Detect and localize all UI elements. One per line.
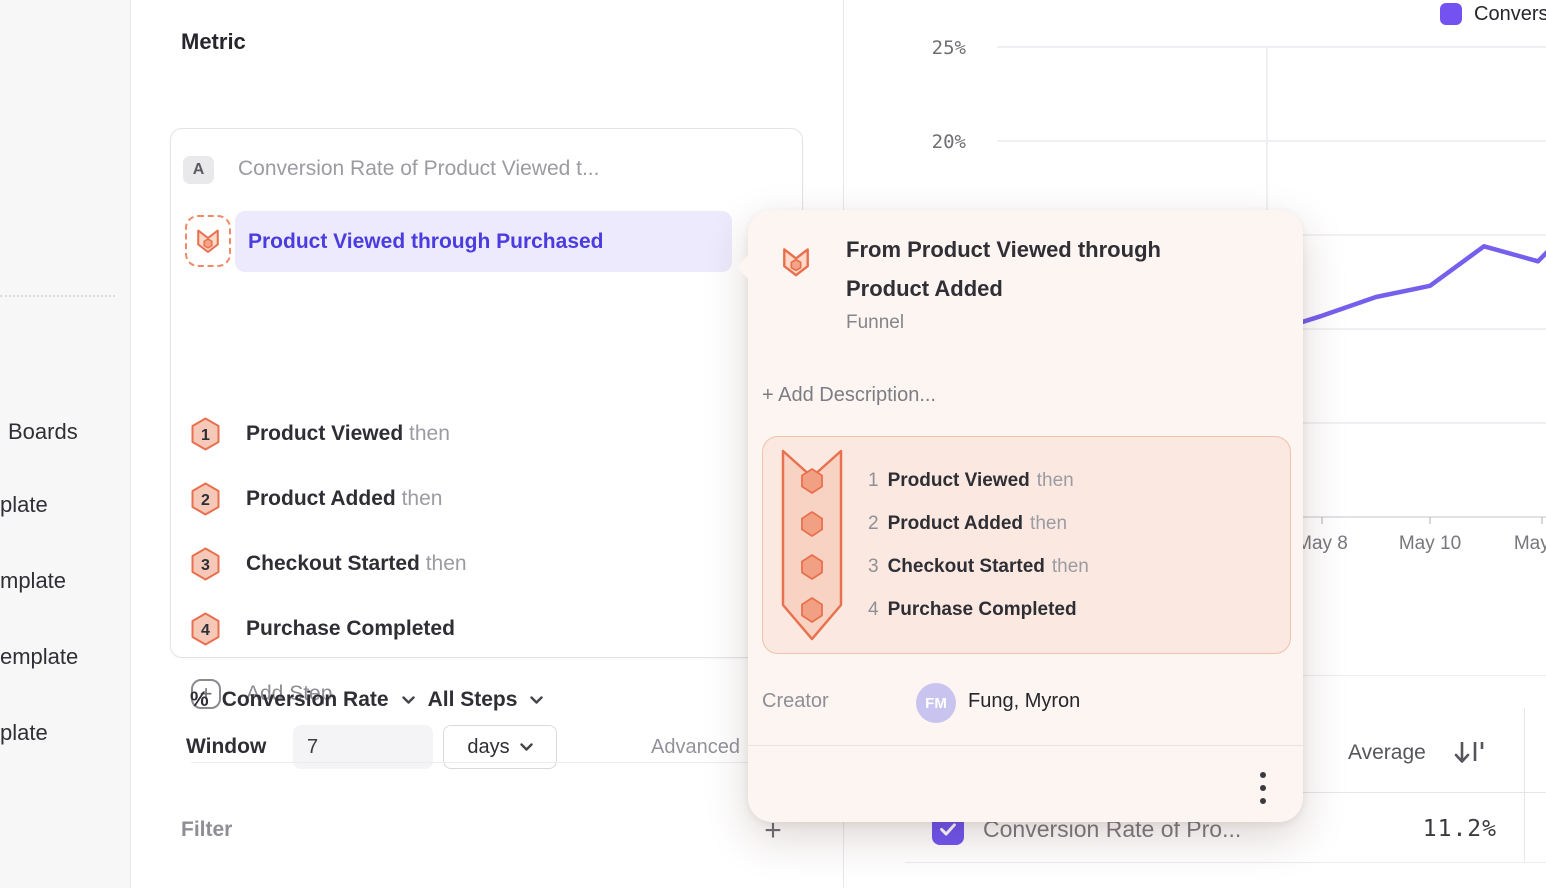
x-tick-label-may10: May 10 (1399, 533, 1461, 554)
popover-step-4: 4Purchase Completed (868, 597, 1077, 623)
popover-footer-divider (748, 745, 1303, 746)
step-2-hexagon-icon: 2 (191, 482, 220, 516)
svg-text:2: 2 (201, 492, 210, 509)
kebab-dot (1260, 798, 1266, 804)
funnel-step-row-3[interactable]: 3 Checkout Started then (171, 547, 802, 581)
chevron-down-icon[interactable] (402, 696, 415, 704)
funnel-step-row-2[interactable]: 2 Product Added then (171, 482, 802, 516)
chevron-down-icon (520, 743, 533, 751)
svg-text:3: 3 (201, 557, 210, 574)
metric-definition-card: A Conversion Rate of Product Viewed t...… (170, 128, 803, 658)
legend-label: Conversion Rate of Pro... (1474, 3, 1546, 26)
chart-legend[interactable]: Conversion Rate of Pro... (1440, 2, 1546, 26)
step-3-hexagon-icon: 3 (191, 547, 220, 581)
selected-funnel-event[interactable]: Product Viewed through Purchased (235, 211, 732, 272)
step-2-label: Product Added then (246, 482, 442, 516)
funnel-detail-popover: From Product Viewed through Product Adde… (748, 210, 1303, 822)
sidebar-item-boards[interactable]: Boards (8, 417, 78, 447)
sort-descending-icon[interactable] (1452, 739, 1490, 766)
funnel-step-row-1[interactable]: 1 Product Viewed then (171, 417, 802, 451)
step-3-label: Checkout Started then (246, 547, 467, 581)
step-4-hexagon-icon: 4 (191, 612, 220, 646)
creator-label: Creator (762, 690, 829, 713)
popover-step-1: 1Product Viewedthen (868, 468, 1074, 494)
app-screen: Boards plate mplate emplate plate Metric… (0, 0, 1546, 888)
popover-type-label: Funnel (846, 312, 904, 334)
more-options-button[interactable] (1253, 768, 1273, 808)
creator-avatar: FM (916, 683, 956, 723)
steps-scope-dropdown[interactable]: All Steps (428, 688, 518, 712)
kebab-dot (1260, 785, 1266, 791)
popover-step-3: 3Checkout Startedthen (868, 554, 1089, 580)
table-column-separator (1524, 708, 1525, 862)
funnel-steps-summary-card: 1Product Viewedthen 2Product Addedthen 3… (762, 436, 1291, 654)
y-tick-label-25: 25% (932, 37, 967, 59)
series-title[interactable]: Conversion Rate of Product Viewed t... (238, 157, 599, 181)
x-tick-label-may8: May 8 (1296, 533, 1348, 554)
selected-funnel-event-label: Product Viewed through Purchased (248, 211, 604, 272)
funnel-banner-icon (779, 447, 845, 645)
metric-section-heading: Metric (181, 29, 246, 55)
sidebar-item-template-1[interactable]: plate (0, 490, 48, 520)
y-tick-label-20: 20% (932, 131, 967, 153)
table-row-divider (905, 862, 1546, 863)
percent-sign: % (190, 688, 209, 712)
sidebar-item-template-2[interactable]: mplate (0, 566, 66, 596)
step-1-label: Product Viewed then (246, 417, 450, 451)
left-sidebar: Boards plate mplate emplate plate (0, 0, 131, 888)
legend-swatch-icon (1440, 3, 1462, 25)
section-divider (191, 762, 811, 763)
funnel-icon (778, 244, 814, 280)
funnel-step-row-4[interactable]: 4 Purchase Completed (171, 612, 802, 646)
chevron-down-icon[interactable] (530, 696, 543, 704)
series-a-badge: A (183, 156, 214, 184)
creator-name: Fung, Myron (968, 690, 1080, 713)
svg-text:4: 4 (201, 622, 210, 639)
measure-dropdown[interactable]: Conversion Rate (222, 688, 389, 712)
funnel-icon (193, 226, 223, 256)
svg-text:1: 1 (201, 427, 210, 444)
popover-title: From Product Viewed through Product Adde… (846, 230, 1266, 308)
step-4-label: Purchase Completed (246, 612, 455, 646)
average-column-header[interactable]: Average (1348, 740, 1426, 766)
step-1-hexagon-icon: 1 (191, 417, 220, 451)
add-description-link[interactable]: + Add Description... (762, 384, 936, 407)
sidebar-item-template-4[interactable]: plate (0, 718, 48, 748)
filter-section-heading: Filter (181, 818, 232, 842)
sidebar-item-template-3[interactable]: emplate (0, 642, 78, 672)
popover-step-2: 2Product Addedthen (868, 511, 1067, 537)
funnel-drag-handle[interactable] (185, 215, 231, 267)
measured-as-row: % Conversion Rate All Steps (190, 678, 543, 722)
table-row-average-value: 11.2% (1297, 816, 1497, 842)
sidebar-divider (0, 295, 115, 297)
x-tick-label-may12: May 12 (1514, 533, 1546, 554)
kebab-dot (1260, 772, 1266, 778)
